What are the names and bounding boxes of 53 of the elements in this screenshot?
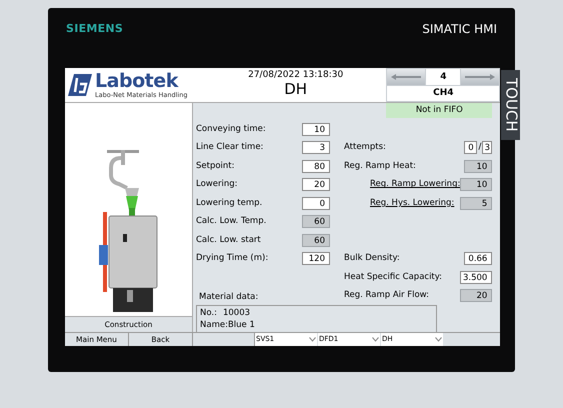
arrow-right-button[interactable]	[461, 69, 500, 85]
input-field[interactable]: 80	[302, 160, 330, 173]
field-label: Line Clear time:	[196, 141, 264, 154]
material-number-label: No.:	[200, 307, 217, 319]
field-label: Bulk Density:	[344, 252, 400, 266]
readonly-value: 10	[460, 178, 492, 192]
section-heading: Material data:	[198, 291, 258, 304]
input-field[interactable]: 3	[302, 141, 330, 154]
fifo-status: Not in FIFO	[386, 103, 492, 118]
input-field[interactable]: 3	[482, 141, 492, 154]
field-label: Lowering temp.	[196, 196, 262, 210]
logo-text: Labotek	[95, 72, 180, 91]
readonly-value: 10	[464, 160, 492, 173]
caret-icon	[435, 337, 442, 342]
readonly-value: 60	[302, 234, 330, 247]
brand-text: SIEMENS	[66, 20, 124, 37]
readonly-value: 60	[302, 215, 330, 228]
arrow-right-icon	[465, 73, 496, 81]
page-number: 4	[426, 69, 460, 85]
readonly-value: 20	[460, 289, 492, 302]
field-label: Reg. Ramp Heat:	[344, 160, 416, 173]
field-link[interactable]: Reg. Ramp Lowering:	[370, 178, 460, 192]
input-field[interactable]: 3.500	[460, 270, 492, 284]
field-label: Conveying time:	[196, 122, 266, 136]
material-number: 10003	[222, 307, 250, 319]
logo-icon	[68, 74, 92, 96]
field-label: Attempts:	[344, 141, 386, 154]
field-label: Setpoint:	[196, 160, 234, 173]
caret-icon	[372, 337, 379, 342]
touch-label: TOUCH	[501, 70, 520, 140]
field-link[interactable]: Reg. Hys. Lowering:	[370, 196, 454, 210]
input-field[interactable]: 0	[464, 141, 478, 154]
screen-title: DH	[284, 82, 308, 97]
input-field[interactable]: 120	[302, 252, 330, 266]
caret-icon	[309, 337, 316, 342]
field-label: Reg. Ramp Air Flow:	[344, 289, 430, 302]
model-text: SIMATIC HMI	[422, 21, 497, 38]
arrow-left-button[interactable]	[387, 69, 426, 85]
field-label: Drying Time (m):	[196, 252, 268, 266]
channel-label: CH4	[387, 86, 500, 101]
date-time: 27/08/2022 13:18:30	[248, 71, 344, 80]
input-field[interactable]: 0.66	[464, 252, 492, 266]
field-label: Calc. Low. start	[196, 234, 261, 247]
field-label: Heat Specific Capacity:	[344, 270, 442, 284]
field-label: Calc. Low. Temp.	[196, 215, 266, 228]
readonly-value: 5	[460, 196, 492, 210]
arrow-left-icon	[391, 73, 422, 81]
field-label: Lowering:	[196, 178, 238, 192]
input-field[interactable]: 10	[302, 122, 330, 136]
input-field[interactable]: 20	[302, 178, 330, 192]
separator-text: /	[478, 141, 482, 154]
input-field[interactable]: 0	[302, 196, 330, 210]
material-name: Name:Blue 1	[200, 319, 256, 331]
